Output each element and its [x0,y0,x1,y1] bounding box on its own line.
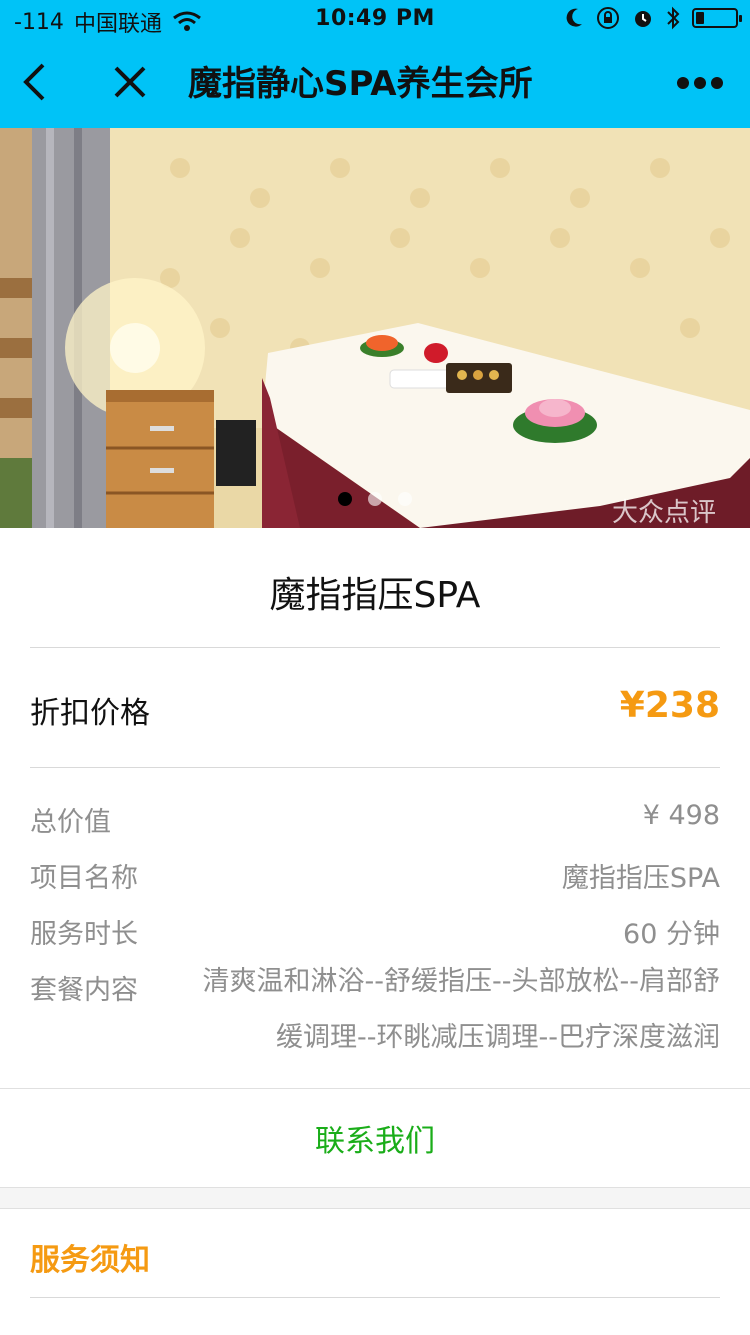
close-icon [113,65,147,103]
contact-us-button[interactable]: 联系我们 [0,1088,750,1188]
detail-label: 服务时长 [30,919,138,950]
detail-value: 60 分钟 [623,919,720,950]
carousel-dot-1[interactable] [338,492,352,506]
alarm-icon [632,7,654,29]
back-button[interactable] [14,40,54,128]
battery-icon [692,8,742,28]
detail-label: 项目名称 [30,863,138,894]
spa-room-photo: 大众点评 [0,128,750,528]
detail-label: 总价值 [30,807,111,838]
service-notice-section: 服务须知 [0,1208,750,1335]
detail-value: 魔指指压SPA [561,863,720,894]
price-label: 折扣价格 [30,696,150,731]
divider [30,1297,720,1298]
carousel-dot-2[interactable] [368,492,382,506]
back-icon [21,62,47,106]
status-right [564,6,742,30]
detail-value: 清爽温和淋浴--舒缓指压--头部放松--肩部舒缓调理--环眺减压调理--巴疗深度… [202,966,720,1053]
more-icon [676,75,724,94]
top-bar: -114 中国联通 10:49 PM 魔指静心SPA养生会所 [0,0,750,128]
image-carousel[interactable]: 大众点评 [0,128,750,528]
navigation-bar: 魔指静心SPA养生会所 [0,40,750,128]
divider [30,647,720,648]
product-title: 魔指指压SPA [269,575,481,616]
divider [30,767,720,768]
moon-icon [564,7,584,29]
price-value: ¥238 [619,685,720,726]
more-button[interactable] [670,40,730,128]
battery-level [696,12,704,24]
service-notice-title: 服务须知 [30,1243,150,1278]
product-info-card: 魔指指压SPA 折扣价格 ¥238 总价值 ¥ 498 项目名称 魔指指压SPA… [0,528,750,1088]
carousel-dot-3[interactable] [398,492,412,506]
detail-label: 套餐内容 [30,975,138,1006]
rotation-lock-icon [596,6,620,30]
bluetooth-icon [666,6,680,30]
page-title: 魔指静心SPA养生会所 [188,64,533,104]
carousel-indicators [0,492,750,506]
close-button[interactable] [108,40,152,128]
status-bar: -114 中国联通 10:49 PM [0,0,750,40]
detail-value: ¥ 498 [642,800,720,831]
